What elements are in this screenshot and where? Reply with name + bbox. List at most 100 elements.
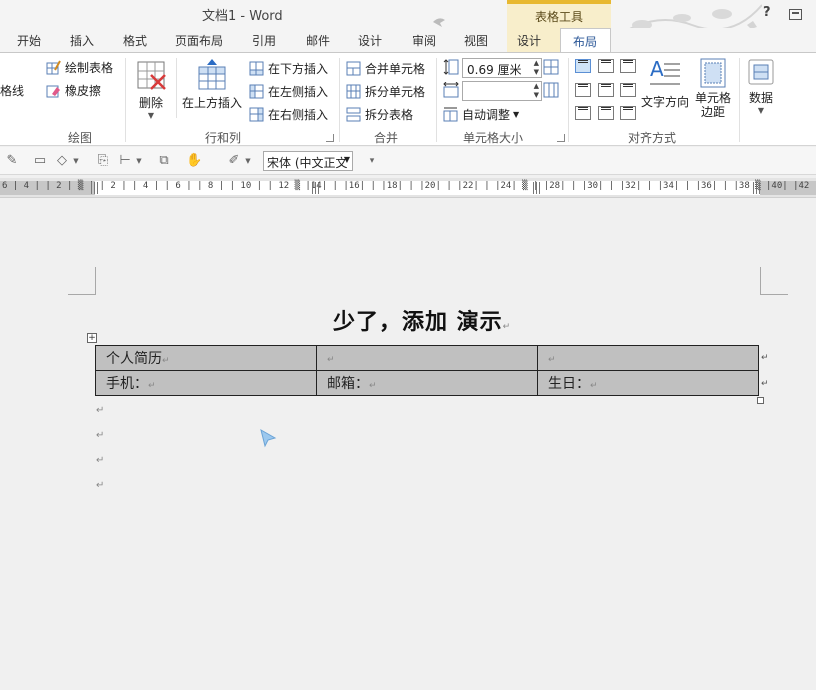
tab-page-layout[interactable]: 页面布局 (175, 32, 223, 49)
table-cell[interactable]: 邮箱：↵ (316, 370, 538, 396)
merge-cells-button[interactable]: 合并单元格 (346, 58, 425, 78)
group-label-rows-cols: 行和列 (205, 131, 242, 145)
pen-color-icon[interactable]: ✐ (226, 153, 242, 169)
rows-cols-launcher-icon[interactable] (326, 134, 334, 142)
view-gridlines-button[interactable]: 格线 (0, 80, 24, 100)
autofit-dropdown-icon: ▼ (513, 109, 520, 119)
table-cell[interactable]: 手机：↵ (95, 370, 317, 396)
eraser-button[interactable]: 橡皮擦 (46, 80, 101, 100)
horizontal-ruler[interactable]: 6 | 4 | | 2 | ▒ | | 2 | | 4 | | 6 | | 8 … (0, 178, 816, 198)
insert-right-button[interactable]: 在右侧插入 (249, 104, 328, 124)
text-direction-icon: A (650, 58, 680, 85)
shapes-dropdown-icon[interactable]: ▼ (72, 153, 80, 169)
tab-review[interactable]: 审阅 (412, 32, 436, 49)
tab-insert[interactable]: 插入 (70, 32, 94, 49)
tab-table-layout[interactable]: 布局 (560, 28, 611, 53)
paragraph-mark-icon[interactable]: ↵ (96, 430, 104, 441)
format-painter-icon[interactable]: ✎ (4, 153, 20, 169)
draw-table-label: 绘制表格 (65, 60, 114, 75)
align-top-center-button[interactable] (598, 59, 614, 73)
column-marker-icon[interactable] (91, 182, 100, 194)
ribbon-display-button[interactable] (789, 9, 802, 20)
split-cells-button[interactable]: 拆分单元格 (346, 81, 425, 101)
cell-end-mark: ↵ (369, 381, 377, 391)
insert-above-button[interactable]: 在上方插入 (180, 59, 244, 111)
help-button[interactable]: ? (763, 5, 771, 20)
insert-above-icon (198, 59, 226, 90)
table-row: 手机：↵ 邮箱：↵ 生日：↵ (95, 370, 759, 396)
split-table-button[interactable]: 拆分表格 (346, 104, 413, 124)
align-top-left-button[interactable] (575, 59, 591, 73)
column-marker-icon[interactable] (753, 182, 762, 194)
data-button[interactable]: 数据 ▼ (744, 58, 778, 115)
column-dropdown-icon[interactable]: ▼ (135, 153, 143, 169)
column-width-input[interactable]: ▲ ▼ (462, 81, 542, 101)
draw-table-button[interactable]: 绘制表格 (46, 57, 113, 77)
split-cells-icon (346, 84, 361, 98)
text-box-icon[interactable]: ▭ (32, 153, 48, 169)
table-resize-handle-icon[interactable] (757, 397, 764, 404)
column-marker-icon[interactable] (312, 182, 321, 194)
table-cell[interactable]: 个人简历↵ (95, 345, 317, 371)
paragraph-mark-icon[interactable]: ↵ (96, 405, 104, 416)
paragraph-mark-icon[interactable]: ↵ (96, 455, 104, 466)
svg-text:A: A (650, 58, 664, 81)
align-top-right-button[interactable] (620, 59, 636, 73)
cell-margins-label-line2: 边距 (700, 105, 725, 119)
align-bottom-center-button[interactable] (598, 106, 614, 120)
cell-margins-button[interactable]: 单元格 边距 (692, 58, 734, 119)
split-cells-label: 拆分单元格 (365, 84, 426, 99)
select-objects-icon[interactable]: ⧉ (156, 153, 172, 169)
align-middle-left-button[interactable] (575, 83, 591, 97)
pen-dropdown-icon[interactable]: ▼ (244, 153, 252, 169)
tab-design[interactable]: 设计 (358, 32, 382, 49)
spin-arrows-icon[interactable]: ▲ ▼ (534, 59, 539, 77)
insert-left-icon (249, 84, 264, 98)
insert-left-button[interactable]: 在左侧插入 (249, 81, 328, 101)
tab-format[interactable]: 格式 (123, 32, 147, 49)
tab-table-design[interactable]: 设计 (507, 28, 560, 52)
group-separator (739, 58, 740, 142)
column-width-tool-icon[interactable]: ⊢ (117, 153, 133, 169)
pencil-table-icon (46, 60, 61, 74)
text-direction-button[interactable]: A 文字方向 (640, 58, 690, 110)
group-separator (339, 58, 340, 142)
tab-home[interactable]: 开始 (17, 32, 41, 49)
resume-table[interactable]: 个人简历↵ ↵ ↵ 手机：↵ 邮箱：↵ 生日：↵ (95, 345, 759, 396)
bird-icon (433, 18, 445, 27)
highlight-icon[interactable]: ✋ (186, 153, 202, 169)
table-move-handle-icon[interactable]: + (87, 333, 97, 343)
document-area[interactable]: 少了，添加 演示↵ + 个人简历↵ ↵ ↵ 手机：↵ 邮箱：↵ 生日：↵ ↵ ↵… (0, 205, 816, 690)
row-height-input[interactable]: 0.69 厘米 ▲ ▼ (462, 58, 542, 78)
font-name-select[interactable]: 宋体 (中文正文 ▼ (263, 151, 353, 171)
customize-toolbar-icon[interactable]: ▾ (364, 153, 380, 169)
page-break-icon[interactable]: ⎘ (95, 153, 111, 169)
table-cell[interactable]: 生日：↵ (537, 370, 759, 396)
align-bottom-left-button[interactable] (575, 106, 591, 120)
row-end-mark: ↵ (761, 379, 769, 389)
autofit-button[interactable]: 自动调整 ▼ (443, 104, 519, 124)
table-cell[interactable]: ↵ (537, 345, 759, 371)
align-bottom-right-button[interactable] (620, 106, 636, 120)
cell-size-launcher-icon[interactable] (557, 134, 565, 142)
table-cell[interactable]: ↵ (316, 345, 538, 371)
distribute-rows-icon[interactable] (543, 59, 559, 75)
align-middle-right-button[interactable] (620, 83, 636, 97)
insert-below-button[interactable]: 在下方插入 (249, 58, 328, 78)
autofit-label: 自动调整 (462, 107, 511, 122)
delete-table-icon (137, 61, 166, 90)
align-center-button[interactable] (598, 83, 614, 97)
spin-arrows-icon[interactable]: ▲ ▼ (534, 82, 539, 100)
shapes-icon[interactable]: ◇ (54, 153, 70, 169)
delete-button[interactable]: 删除 ▼ (131, 59, 171, 120)
tab-references[interactable]: 引用 (252, 32, 276, 49)
paragraph-mark-icon[interactable]: ↵ (96, 480, 104, 491)
tab-mailings[interactable]: 邮件 (306, 32, 330, 49)
data-dropdown-icon: ▼ (757, 106, 765, 115)
paragraph-mark-icon: ↵ (502, 322, 512, 332)
column-marker-icon[interactable] (533, 182, 542, 194)
distribute-columns-icon[interactable] (543, 82, 559, 98)
cell-end-mark: ↵ (327, 355, 335, 365)
tab-view[interactable]: 视图 (464, 32, 488, 49)
document-title[interactable]: 少了，添加 演示↵ (333, 304, 511, 336)
